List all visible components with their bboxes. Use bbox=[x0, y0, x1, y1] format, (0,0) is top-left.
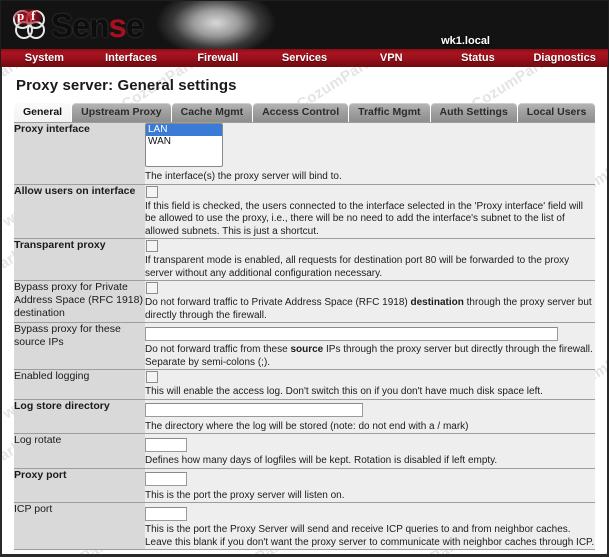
row-bypass-private: Bypass proxy for Private Address Space (… bbox=[14, 280, 595, 323]
logo-wordmark: Sense bbox=[51, 6, 144, 44]
label-proxy-port: Proxy port bbox=[14, 468, 145, 503]
logo-text-s: s bbox=[108, 6, 127, 44]
row-log-store-directory: Log store directory The directory where … bbox=[14, 399, 595, 434]
nav-item-firewall[interactable]: Firewall bbox=[174, 49, 261, 67]
field-proxy-interface: LAN WAN The interface(s) the proxy serve… bbox=[145, 122, 595, 185]
proxy-interface-select[interactable]: LAN WAN bbox=[145, 123, 223, 167]
tab-access-control[interactable]: Access Control bbox=[253, 103, 349, 122]
help-transparent-proxy: If transparent mode is enabled, all requ… bbox=[145, 255, 570, 279]
help-enabled-logging: This will enable the access log. Don't s… bbox=[145, 386, 543, 397]
option-wan[interactable]: WAN bbox=[146, 136, 222, 148]
help-bypass-source-strong: source bbox=[290, 344, 324, 355]
log-rotate-input[interactable] bbox=[145, 437, 187, 452]
row-log-rotate: Log rotate Defines how many days of logf… bbox=[14, 433, 595, 469]
row-proxy-interface: Proxy interface LAN WAN The interface(s)… bbox=[14, 122, 595, 185]
transparent-proxy-checkbox[interactable] bbox=[146, 240, 158, 252]
nav-item-system[interactable]: System bbox=[1, 49, 88, 67]
field-bypass-private: Do not forward traffic to Private Addres… bbox=[145, 280, 595, 323]
nav-item-interfaces[interactable]: Interfaces bbox=[88, 49, 175, 67]
content-area: Proxy server: General settings General U… bbox=[0, 67, 609, 557]
field-log-store-directory: The directory where the log will be stor… bbox=[145, 399, 595, 434]
tab-local-users[interactable]: Local Users bbox=[517, 103, 596, 122]
label-proxy-interface: Proxy interface bbox=[14, 122, 145, 185]
label-allow-users: Allow users on interface bbox=[14, 184, 145, 239]
row-enabled-logging: Enabled logging This will enable the acc… bbox=[14, 369, 595, 400]
label-enabled-logging: Enabled logging bbox=[14, 369, 145, 400]
logo-text-sen: Sen bbox=[51, 6, 110, 44]
pfsense-logo: p f Sense bbox=[13, 5, 144, 45]
log-store-directory-input[interactable] bbox=[145, 403, 363, 417]
bypass-private-checkbox[interactable] bbox=[146, 282, 158, 294]
header-banner: p f Sense wk1.local bbox=[0, 0, 609, 49]
help-proxy-port: This is the port the proxy server will l… bbox=[145, 489, 345, 501]
logo-letter-f: f bbox=[31, 8, 36, 23]
help-log-rotate: Defines how many days of logfiles will b… bbox=[145, 455, 498, 466]
field-transparent-proxy: If transparent mode is enabled, all requ… bbox=[145, 238, 595, 281]
enabled-logging-checkbox[interactable] bbox=[146, 371, 158, 383]
nav-item-diagnostics[interactable]: Diagnostics bbox=[521, 49, 608, 67]
page-title: Proxy server: General settings bbox=[16, 77, 237, 94]
help-bypass-source-pre: Do not forward traffic from these bbox=[145, 344, 291, 355]
hostname-label: wk1.local bbox=[441, 35, 490, 47]
field-log-rotate: Defines how many days of logfiles will b… bbox=[145, 433, 595, 469]
row-proxy-port: Proxy port This is the port the proxy se… bbox=[14, 468, 595, 503]
allow-users-checkbox[interactable] bbox=[146, 185, 158, 198]
label-bypass-private: Bypass proxy for Private Address Space (… bbox=[14, 280, 145, 323]
pfsense-webgui: p f Sense wk1.local System Interfaces Fi… bbox=[0, 0, 609, 557]
field-icp-port: This is the port the Proxy Server will s… bbox=[145, 502, 595, 550]
help-bypass-private-strong: destination bbox=[410, 297, 464, 308]
label-icp-port: ICP port bbox=[14, 502, 145, 550]
option-lan[interactable]: LAN bbox=[146, 124, 222, 136]
nav-item-status[interactable]: Status bbox=[435, 49, 522, 67]
label-log-rotate: Log rotate bbox=[14, 433, 145, 469]
help-bypass-private-pre: Do not forward traffic to Private Addres… bbox=[145, 297, 411, 308]
tab-upstream-proxy[interactable]: Upstream Proxy bbox=[72, 103, 171, 122]
label-bypass-source-ips: Bypass proxy for these source IPs bbox=[14, 322, 145, 370]
row-icp-port: ICP port This is the port the Proxy Serv… bbox=[14, 502, 595, 550]
label-log-store-directory: Log store directory bbox=[14, 399, 145, 434]
row-bypass-source-ips: Bypass proxy for these source IPs Do not… bbox=[14, 322, 595, 370]
icp-port-input[interactable] bbox=[145, 506, 187, 521]
tab-general[interactable]: General bbox=[14, 103, 72, 122]
logo-letter-p: p bbox=[17, 8, 25, 23]
pfsense-rings-icon: p f bbox=[13, 8, 47, 41]
tab-cache-mgmt[interactable]: Cache Mgmt bbox=[171, 103, 253, 122]
nav-item-services[interactable]: Services bbox=[261, 49, 348, 67]
label-transparent-proxy: Transparent proxy bbox=[14, 238, 145, 281]
nav-item-vpn[interactable]: VPN bbox=[348, 49, 435, 67]
field-bypass-source-ips: Do not forward traffic from these source… bbox=[145, 322, 595, 370]
help-bypass-source-ips: Do not forward traffic from these source… bbox=[145, 344, 595, 369]
tab-auth-settings[interactable]: Auth Settings bbox=[430, 103, 517, 122]
field-proxy-port: This is the port the proxy server will l… bbox=[145, 468, 595, 503]
row-allow-users: Allow users on interface If this field i… bbox=[14, 184, 595, 239]
field-enabled-logging: This will enable the access log. Don't s… bbox=[145, 369, 595, 400]
logo-text-e: e bbox=[125, 6, 144, 44]
help-bypass-private: Do not forward traffic to Private Addres… bbox=[145, 297, 595, 322]
main-navigation: System Interfaces Firewall Services VPN … bbox=[0, 49, 609, 67]
proxy-port-input[interactable] bbox=[145, 472, 187, 486]
settings-tabstrip: General Upstream Proxy Cache Mgmt Access… bbox=[14, 103, 607, 122]
help-icp-port: This is the port the Proxy Server will s… bbox=[145, 524, 595, 548]
help-log-store-directory: The directory where the log will be stor… bbox=[145, 420, 469, 432]
field-allow-users: If this field is checked, the users conn… bbox=[145, 184, 595, 239]
bypass-source-ips-input[interactable] bbox=[145, 326, 558, 341]
help-allow-users: If this field is checked, the users conn… bbox=[145, 200, 583, 237]
row-transparent-proxy: Transparent proxy If transparent mode is… bbox=[14, 238, 595, 281]
tab-traffic-mgmt[interactable]: Traffic Mgmt bbox=[349, 103, 430, 122]
help-proxy-interface: The interface(s) the proxy server will b… bbox=[145, 171, 342, 182]
general-settings-form: Proxy interface LAN WAN The interface(s)… bbox=[14, 122, 595, 550]
